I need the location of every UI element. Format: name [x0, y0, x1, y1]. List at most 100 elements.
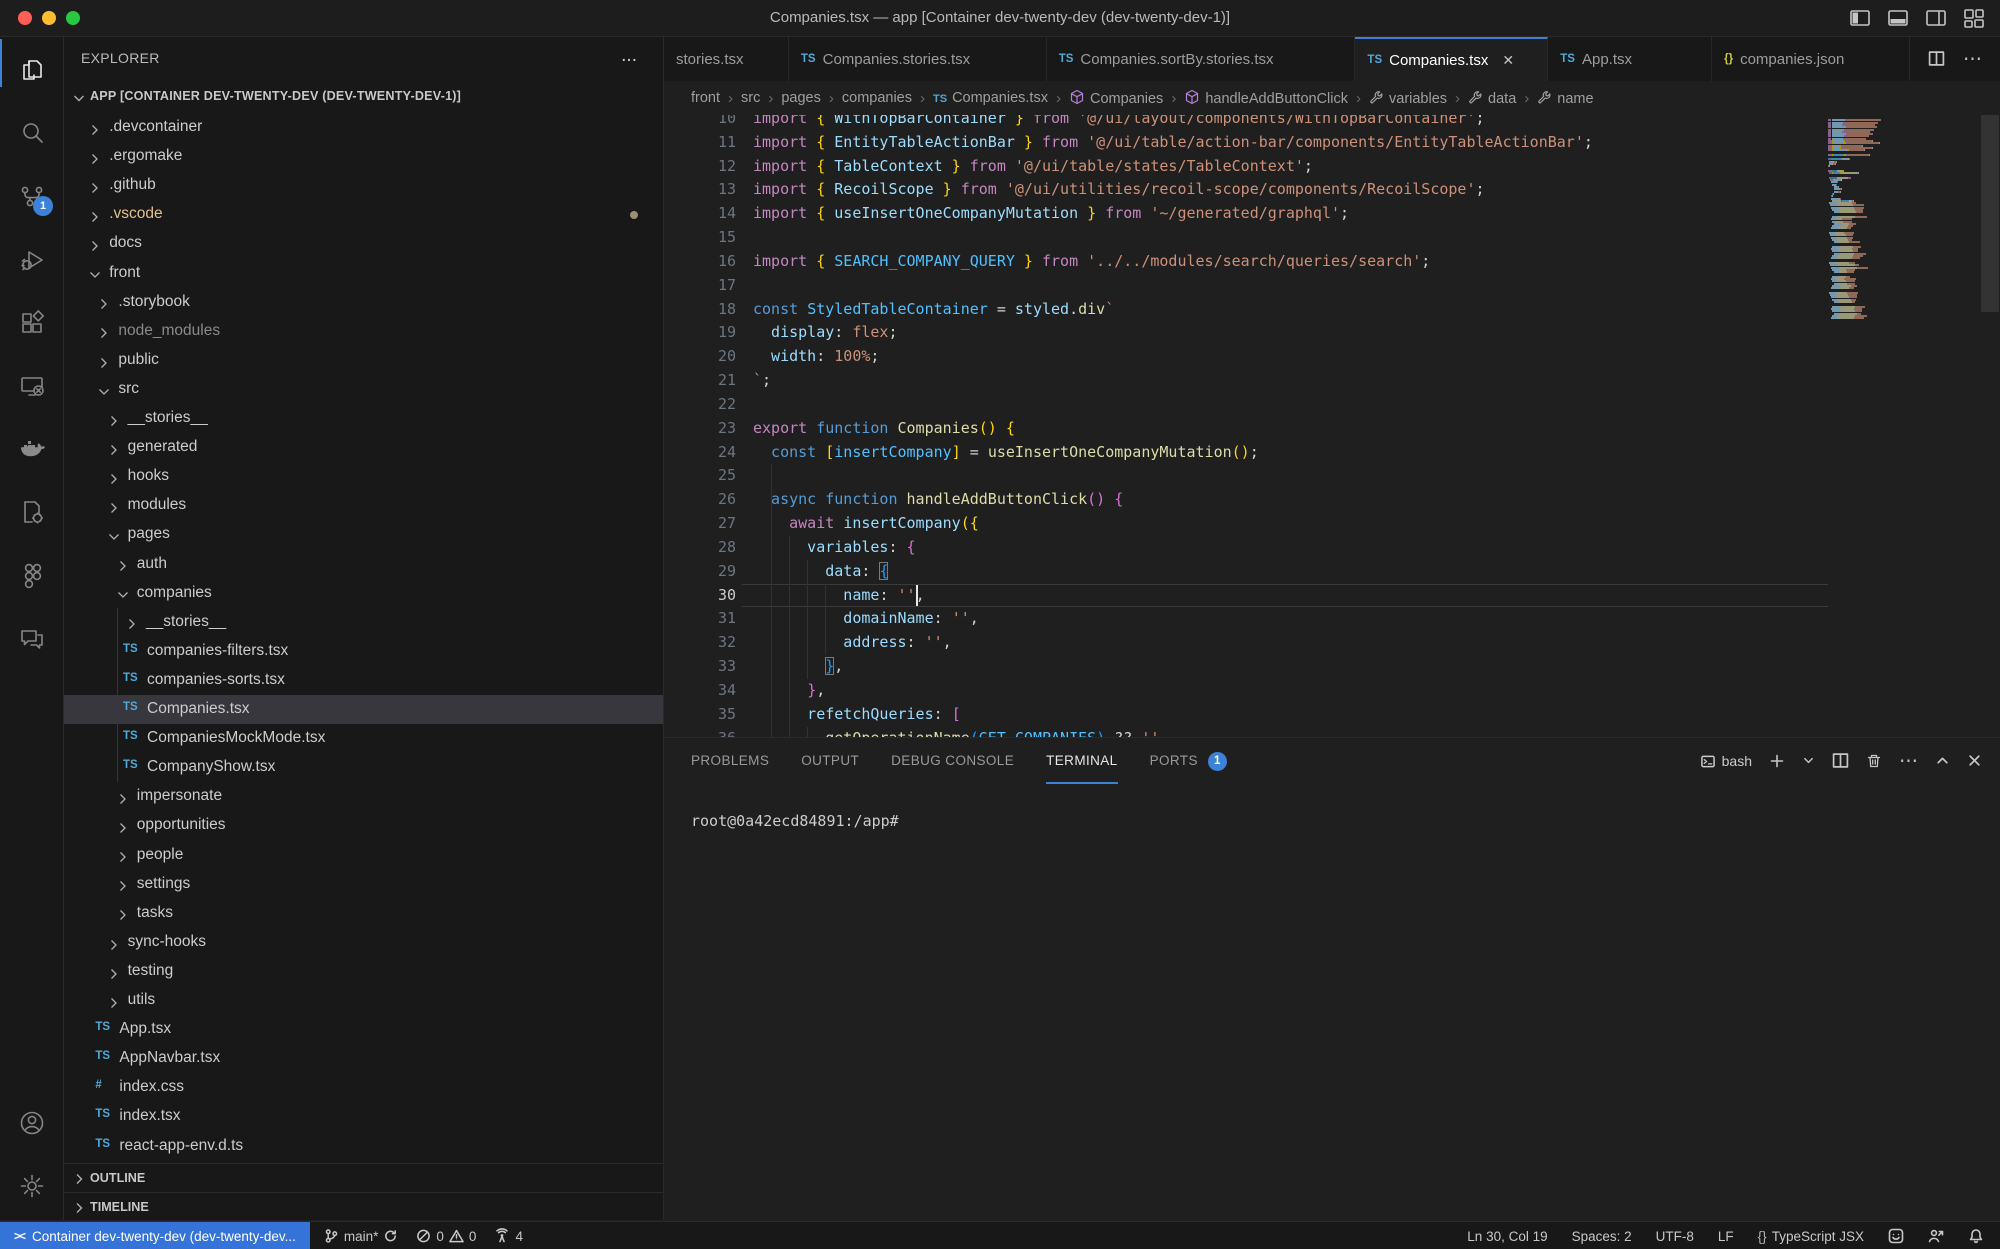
- eol-status[interactable]: LF: [1718, 1229, 1734, 1244]
- tree-item-file[interactable]: TSindex.tsx: [64, 1102, 663, 1131]
- tree-item-folder[interactable]: opportunities: [64, 811, 663, 840]
- tree-item-folder[interactable]: modules: [64, 491, 663, 520]
- breadcrumb-item[interactable]: Companies: [1069, 89, 1163, 107]
- live-share-icon[interactable]: [1928, 1228, 1944, 1244]
- launch-profile-icon[interactable]: [1802, 752, 1815, 770]
- customize-layout-icon[interactable]: [1962, 6, 1986, 30]
- explorer-actions-icon[interactable]: ...: [621, 45, 637, 67]
- close-panel-icon[interactable]: [1967, 752, 1982, 770]
- cursor-position-status[interactable]: Ln 30, Col 19: [1467, 1229, 1547, 1244]
- breadcrumb-item[interactable]: data: [1468, 90, 1516, 107]
- tree-item-folder[interactable]: docs: [64, 229, 663, 258]
- panel-tab-ports[interactable]: PORTS1: [1150, 738, 1227, 784]
- terminal-prompt[interactable]: root@0a42ecd84891:/app#: [691, 812, 899, 830]
- panel-tab-problems[interactable]: PROBLEMS: [691, 738, 769, 784]
- remote-indicator[interactable]: >< Container dev-twenty-dev (dev-twenty-…: [0, 1222, 310, 1249]
- split-editor-icon[interactable]: [1928, 50, 1945, 68]
- breadcrumb-item[interactable]: pages: [781, 90, 821, 106]
- encoding-status[interactable]: UTF-8: [1656, 1229, 1694, 1244]
- language-mode-status[interactable]: {}TypeScript JSX: [1758, 1229, 1864, 1244]
- explorer-section-header[interactable]: APP [CONTAINER DEV-TWENTY-DEV (DEV-TWENT…: [64, 81, 663, 113]
- branch-status[interactable]: main*: [324, 1228, 399, 1244]
- panel-tab-output[interactable]: OUTPUT: [801, 738, 859, 784]
- activity-settings-icon[interactable]: [0, 1158, 63, 1214]
- activity-source-control-icon[interactable]: 1: [0, 168, 63, 224]
- tree-item-folder[interactable]: __stories__: [64, 608, 663, 637]
- indentation-status[interactable]: Spaces: 2: [1572, 1229, 1632, 1244]
- tree-item-file[interactable]: TScompanies-sorts.tsx: [64, 666, 663, 695]
- tree-item-folder[interactable]: people: [64, 841, 663, 870]
- shell-selector[interactable]: bash: [1700, 753, 1752, 769]
- toggle-secondary-sidebar-icon[interactable]: [1924, 6, 1948, 30]
- maximize-panel-icon[interactable]: [1935, 752, 1950, 770]
- toggle-panel-icon[interactable]: [1886, 6, 1910, 30]
- code-editor[interactable]: 10import { WithTopBarContainer } from '@…: [664, 115, 2000, 737]
- tree-item-folder[interactable]: settings: [64, 870, 663, 899]
- breadcrumb-item[interactable]: name: [1537, 90, 1593, 107]
- new-terminal-icon[interactable]: [1769, 752, 1785, 770]
- activity-search-icon[interactable]: [0, 105, 63, 161]
- activity-comments-icon[interactable]: [0, 611, 63, 667]
- tree-item-file[interactable]: TSAppNavbar.tsx: [64, 1044, 663, 1073]
- tree-item-folder[interactable]: utils: [64, 986, 663, 1015]
- tree-item-folder[interactable]: public: [64, 346, 663, 375]
- activity-explorer-icon[interactable]: [0, 42, 63, 98]
- editor-scrollbar[interactable]: [1981, 115, 1999, 312]
- tree-item-folder[interactable]: .github: [64, 171, 663, 200]
- tree-item-folder[interactable]: .vscode: [64, 200, 663, 229]
- editor-tab[interactable]: TSCompanies.sortBy.stories.tsx: [1047, 37, 1356, 81]
- outline-section[interactable]: OUTLINE: [64, 1163, 663, 1193]
- more-actions-icon[interactable]: ⋯: [1899, 750, 1918, 773]
- activity-run-debug-icon[interactable]: [0, 232, 63, 288]
- breadcrumb-item[interactable]: front: [691, 90, 720, 106]
- tree-item-folder[interactable]: auth: [64, 550, 663, 579]
- tree-item-file[interactable]: TScompanies-filters.tsx: [64, 637, 663, 666]
- tree-item-folder[interactable]: pages: [64, 520, 663, 549]
- kill-terminal-icon[interactable]: [1866, 752, 1882, 770]
- tree-item-folder[interactable]: tasks: [64, 899, 663, 928]
- activity-account-icon[interactable]: [0, 1095, 63, 1151]
- feedback-smiley-icon[interactable]: [1888, 1228, 1904, 1244]
- activity-extensions-icon[interactable]: [0, 295, 63, 351]
- more-actions-icon[interactable]: ⋯: [1963, 48, 1982, 71]
- tree-item-folder[interactable]: impersonate: [64, 782, 663, 811]
- tree-item-folder[interactable]: node_modules: [64, 317, 663, 346]
- tree-item-file[interactable]: TSCompanies.tsx: [64, 695, 663, 724]
- tree-item-folder[interactable]: generated: [64, 433, 663, 462]
- tree-item-file[interactable]: TSCompanyShow.tsx: [64, 753, 663, 782]
- editor-tab[interactable]: TSCompanies.stories.tsx: [789, 37, 1047, 81]
- tree-item-folder[interactable]: src: [64, 375, 663, 404]
- tree-item-folder[interactable]: sync-hooks: [64, 928, 663, 957]
- tree-item-folder[interactable]: .storybook: [64, 288, 663, 317]
- toggle-sidebar-icon[interactable]: [1848, 6, 1872, 30]
- panel-tab-terminal[interactable]: TERMINAL: [1046, 738, 1117, 784]
- editor-tab[interactable]: {}companies.json: [1712, 37, 1910, 81]
- breadcrumb-item[interactable]: handleAddButtonClick: [1184, 89, 1348, 107]
- activity-figma-icon[interactable]: [0, 548, 63, 604]
- tree-item-folder[interactable]: testing: [64, 957, 663, 986]
- split-terminal-icon[interactable]: [1832, 752, 1849, 770]
- editor-tab[interactable]: stories.tsx: [664, 37, 789, 81]
- activity-remote-explorer-icon[interactable]: [0, 358, 63, 414]
- close-tab-icon[interactable]: ✕: [1502, 52, 1514, 69]
- ports-status[interactable]: 4: [494, 1228, 523, 1244]
- tree-item-folder[interactable]: companies: [64, 579, 663, 608]
- tree-item-folder[interactable]: front: [64, 259, 663, 288]
- breadcrumb-item[interactable]: TSCompanies.tsx: [933, 90, 1048, 106]
- problems-status[interactable]: 00: [416, 1228, 476, 1244]
- tree-item-file[interactable]: #index.css: [64, 1073, 663, 1102]
- tree-item-file[interactable]: TSreact-app-env.d.ts: [64, 1132, 663, 1161]
- notifications-bell-icon[interactable]: [1968, 1228, 1984, 1244]
- editor-tab[interactable]: TSApp.tsx: [1548, 37, 1712, 81]
- activity-docker-icon[interactable]: [0, 421, 63, 477]
- panel-tab-debug-console[interactable]: DEBUG CONSOLE: [891, 738, 1014, 784]
- breadcrumb-item[interactable]: src: [741, 90, 760, 106]
- breadcrumb-item[interactable]: variables: [1369, 90, 1447, 107]
- breadcrumb-item[interactable]: companies: [842, 90, 912, 106]
- tree-item-folder[interactable]: .ergomake: [64, 142, 663, 171]
- minimap[interactable]: [1828, 117, 1978, 735]
- tree-item-file[interactable]: TSApp.tsx: [64, 1015, 663, 1044]
- editor-tab-active[interactable]: TSCompanies.tsx✕: [1355, 37, 1548, 81]
- tree-item-folder[interactable]: __stories__: [64, 404, 663, 433]
- tree-item-folder[interactable]: .devcontainer: [64, 113, 663, 142]
